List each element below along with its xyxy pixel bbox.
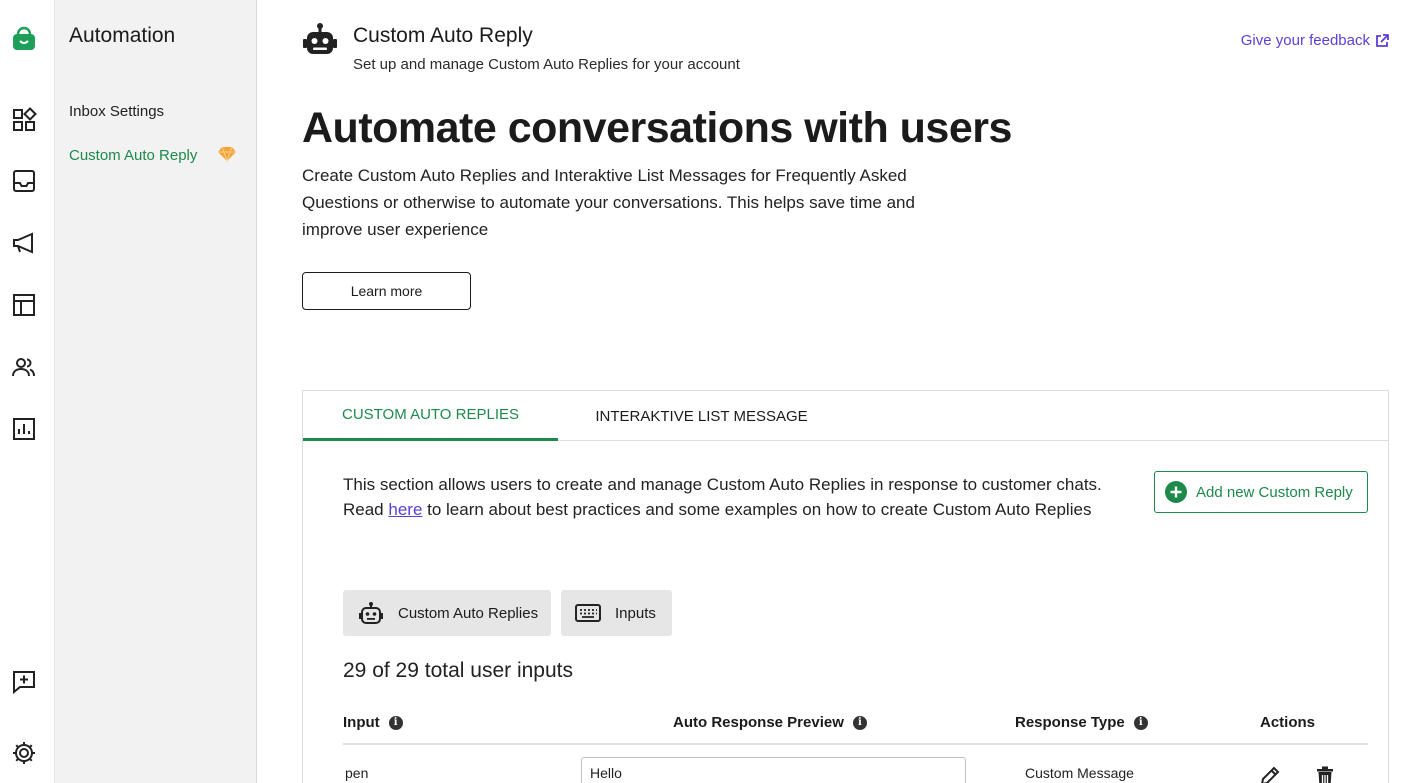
page-title: Custom Auto Reply	[353, 24, 533, 47]
sidebar-item-inbox-settings[interactable]: Inbox Settings	[69, 103, 164, 120]
segment-inputs-label: Inputs	[615, 604, 656, 622]
segment-custom-auto-replies[interactable]: Custom Auto Replies	[343, 590, 551, 636]
analytics-icon[interactable]	[11, 416, 37, 442]
row-input: pen	[345, 765, 369, 781]
column-label: Actions	[1260, 714, 1316, 731]
main-content: Custom Auto Reply Set up and manage Cust…	[257, 0, 1418, 783]
edit-pencil-icon[interactable]	[1259, 765, 1281, 783]
robot-icon	[303, 23, 337, 54]
keyboard-icon	[575, 604, 601, 622]
row-preview: Hello	[581, 757, 966, 783]
feedback-label: Give your feedback	[1240, 32, 1370, 49]
hero-description: Create Custom Auto Replies and Interakti…	[302, 166, 915, 239]
sidebar-item-custom-auto-reply[interactable]: Custom Auto Reply	[69, 147, 197, 164]
page-subtitle: Set up and manage Custom Auto Replies fo…	[353, 56, 740, 73]
table-icon[interactable]	[11, 292, 37, 318]
users-icon[interactable]	[11, 354, 37, 380]
segment-custom-auto-replies-label: Custom Auto Replies	[398, 604, 539, 622]
megaphone-icon[interactable]	[11, 230, 37, 256]
tab-interaktive-list-message[interactable]: INTERAKTIVE LIST MESSAGE	[558, 391, 845, 441]
column-label: Auto Response Preview	[673, 714, 844, 731]
info-icon[interactable]: i	[1133, 715, 1148, 730]
tab-bar: CUSTOM AUTO REPLIES INTERAKTIVE LIST MES…	[303, 391, 1388, 441]
info-icon[interactable]: i	[852, 715, 867, 730]
row-response-type: Custom Message	[1025, 765, 1134, 781]
plus-circle-icon	[1165, 481, 1187, 503]
feedback-chat-icon[interactable]	[11, 669, 37, 695]
input-count: 29 of 29 total user inputs	[343, 659, 573, 682]
inbox-icon[interactable]	[11, 168, 37, 194]
logo-icon[interactable]	[11, 25, 37, 51]
learn-more-button[interactable]: Learn more	[302, 272, 471, 310]
sidebar-title: Automation	[69, 24, 176, 47]
give-feedback-link[interactable]: Give your feedback	[1241, 32, 1389, 49]
best-practices-link[interactable]: here	[388, 500, 422, 519]
hero-title: Automate conversations with users	[302, 104, 1012, 152]
apps-icon[interactable]	[11, 107, 37, 133]
automation-sidebar: Automation Inbox Settings Custom Auto Re…	[55, 0, 257, 783]
section-desc-after: to learn about best practices and some e…	[422, 500, 1092, 519]
column-label: Input	[343, 714, 380, 731]
column-header-input: Input i	[343, 714, 403, 731]
table-header-divider	[343, 743, 1368, 745]
auto-replies-card: CUSTOM AUTO REPLIES INTERAKTIVE LIST MES…	[302, 390, 1389, 783]
delete-trash-icon[interactable]	[1314, 765, 1336, 783]
section-description: This section allows users to create and …	[343, 472, 1103, 522]
column-header-actions: Actions	[1260, 714, 1315, 731]
segment-inputs[interactable]: Inputs	[561, 590, 672, 636]
premium-gem-icon	[218, 146, 236, 162]
tab-custom-auto-replies[interactable]: CUSTOM AUTO REPLIES	[303, 391, 558, 441]
icon-rail	[0, 0, 55, 783]
column-header-response-type: Response Type i	[1015, 714, 1148, 731]
add-custom-reply-button[interactable]: Add new Custom Reply	[1154, 471, 1368, 513]
column-label: Response Type	[1015, 714, 1125, 731]
info-icon[interactable]: i	[388, 715, 403, 730]
add-custom-reply-label: Add new Custom Reply	[1196, 483, 1353, 501]
settings-icon[interactable]	[11, 740, 37, 766]
external-link-icon	[1376, 33, 1389, 47]
robot-icon	[359, 602, 383, 624]
column-header-preview: Auto Response Preview i	[673, 714, 867, 731]
